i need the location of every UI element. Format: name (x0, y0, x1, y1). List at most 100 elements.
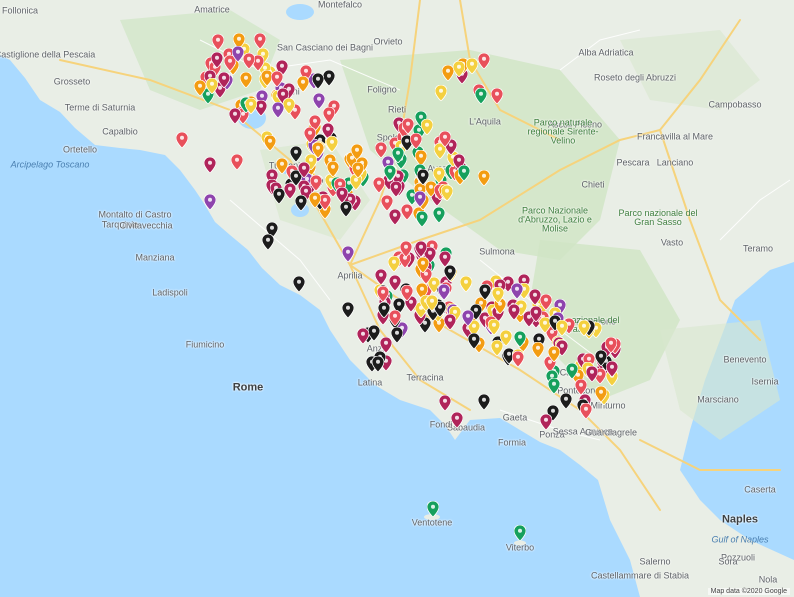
map-marker[interactable] (342, 246, 354, 262)
map-marker[interactable] (401, 204, 414, 221)
map-marker[interactable] (263, 134, 276, 151)
map-marker[interactable] (547, 346, 560, 363)
map-marker[interactable] (388, 274, 401, 291)
map-marker[interactable] (585, 365, 598, 382)
map-marker[interactable] (574, 378, 587, 395)
map-marker[interactable] (510, 282, 523, 299)
map-marker[interactable] (540, 293, 553, 310)
map-marker[interactable] (426, 294, 439, 311)
map-marker[interactable] (377, 286, 390, 303)
map-marker[interactable] (296, 75, 309, 92)
map-marker[interactable] (242, 52, 255, 69)
map-marker[interactable] (262, 234, 274, 250)
map-marker[interactable] (323, 70, 336, 87)
map-marker[interactable] (294, 194, 307, 211)
map-marker[interactable] (474, 87, 487, 104)
map-marker[interactable] (409, 133, 422, 150)
map-marker[interactable] (271, 102, 284, 119)
map-marker[interactable] (193, 80, 206, 97)
map-marker[interactable] (465, 58, 478, 75)
map-marker[interactable] (421, 119, 434, 136)
map-marker[interactable] (595, 386, 608, 403)
map-marker[interactable] (467, 333, 480, 350)
map-marker[interactable] (271, 71, 284, 88)
map-marker[interactable] (548, 378, 561, 395)
map-marker[interactable] (580, 402, 593, 419)
map-marker[interactable] (499, 330, 512, 347)
map-marker[interactable] (239, 72, 252, 89)
map-marker[interactable] (427, 501, 439, 517)
map-marker[interactable] (511, 351, 524, 368)
map-marker[interactable] (559, 393, 572, 410)
map-marker[interactable] (444, 264, 457, 281)
map-marker[interactable] (304, 127, 317, 144)
map-marker[interactable] (400, 241, 413, 258)
map-marker[interactable] (402, 118, 415, 135)
map-marker[interactable] (339, 201, 352, 218)
map-marker[interactable] (514, 331, 527, 348)
map-marker[interactable] (491, 287, 504, 304)
map-marker[interactable] (211, 51, 224, 68)
map-marker[interactable] (309, 192, 322, 209)
map-marker[interactable] (211, 33, 224, 50)
map-marker[interactable] (342, 302, 354, 318)
map-canvas[interactable]: Follonica Grosseto Castiglione della Pesca… (0, 0, 794, 597)
map-marker[interactable] (204, 194, 216, 210)
map-marker[interactable] (605, 361, 618, 378)
map-marker[interactable] (439, 395, 451, 411)
map-marker[interactable] (322, 107, 335, 124)
map-marker[interactable] (245, 97, 258, 114)
map-marker[interactable] (433, 207, 446, 223)
map-marker[interactable] (231, 154, 243, 170)
map-marker[interactable] (435, 84, 448, 101)
map-marker[interactable] (388, 208, 401, 225)
map-marker[interactable] (311, 142, 324, 159)
map-marker[interactable] (478, 53, 491, 70)
map-marker[interactable] (458, 165, 471, 182)
map-marker[interactable] (414, 241, 427, 258)
map-marker[interactable] (391, 327, 404, 344)
map-marker[interactable] (441, 64, 454, 81)
map-marker[interactable] (565, 362, 578, 379)
map-marker[interactable] (388, 310, 401, 327)
map-marker[interactable] (384, 164, 397, 181)
map-marker[interactable] (437, 284, 450, 301)
map-marker[interactable] (453, 60, 465, 77)
map-marker[interactable] (479, 284, 492, 301)
map-marker[interactable] (325, 135, 338, 152)
map-marker[interactable] (433, 166, 446, 183)
map-marker[interactable] (372, 356, 384, 372)
map-marker[interactable] (556, 320, 569, 337)
map-marker[interactable] (204, 157, 216, 173)
map-marker[interactable] (327, 161, 340, 178)
map-marker[interactable] (218, 72, 231, 89)
map-marker[interactable] (205, 78, 218, 95)
map-marker[interactable] (254, 32, 267, 49)
map-marker[interactable] (391, 146, 404, 163)
map-marker[interactable] (336, 186, 349, 203)
map-marker[interactable] (377, 301, 390, 318)
map-marker[interactable] (282, 97, 295, 114)
map-marker[interactable] (488, 319, 501, 336)
map-marker[interactable] (577, 320, 590, 337)
map-marker[interactable] (298, 161, 311, 178)
map-marker[interactable] (451, 412, 463, 428)
map-marker[interactable] (290, 146, 303, 163)
map-marker[interactable] (272, 187, 285, 204)
map-marker[interactable] (357, 328, 370, 345)
map-marker[interactable] (478, 170, 490, 186)
map-marker[interactable] (605, 336, 618, 353)
map-marker[interactable] (417, 168, 430, 185)
map-marker[interactable] (461, 310, 474, 327)
map-marker[interactable] (478, 394, 490, 410)
map-marker[interactable] (438, 131, 451, 148)
map-marker[interactable] (507, 304, 520, 321)
map-marker[interactable] (416, 210, 429, 227)
map-marker[interactable] (529, 289, 542, 306)
map-marker[interactable] (460, 275, 473, 292)
map-marker[interactable] (514, 525, 526, 541)
map-marker[interactable] (381, 194, 394, 211)
map-marker[interactable] (293, 276, 305, 292)
map-marker[interactable] (351, 161, 364, 178)
map-marker[interactable] (441, 185, 454, 202)
